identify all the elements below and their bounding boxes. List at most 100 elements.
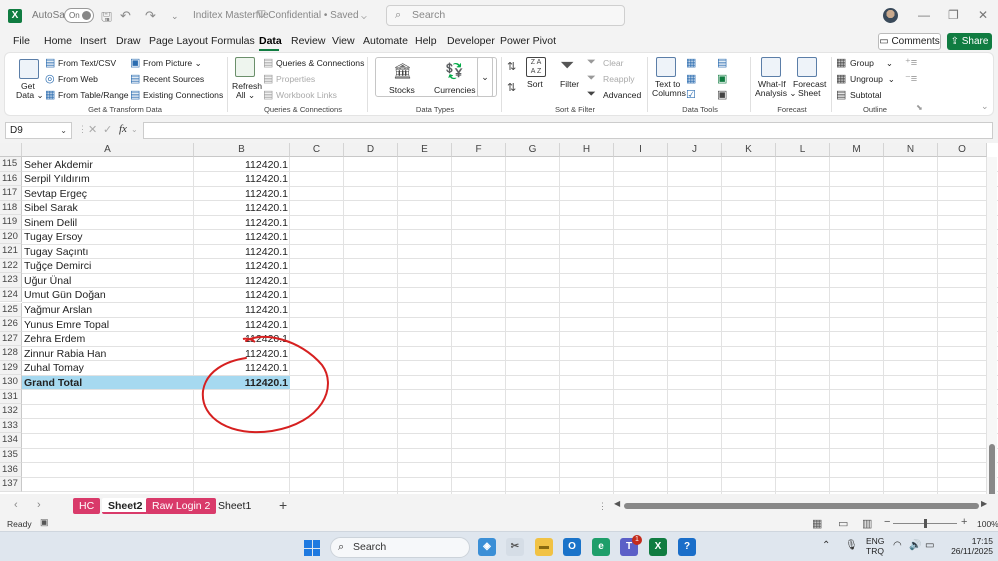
- column-header-f[interactable]: F: [452, 143, 506, 157]
- tab-automate[interactable]: Automate: [363, 35, 408, 47]
- cell-name[interactable]: Serpil Yıldırım: [24, 172, 90, 186]
- taskbar-search[interactable]: ⌕ Search: [330, 537, 470, 558]
- copilot-app-icon[interactable]: ◈: [478, 538, 496, 556]
- cell-name[interactable]: Uğur Ünal: [24, 274, 71, 288]
- group-button[interactable]: Group ⌄: [850, 58, 893, 69]
- page-layout-view-icon[interactable]: ▭: [838, 517, 848, 530]
- row-header[interactable]: 133: [0, 418, 22, 434]
- volume-icon[interactable]: 🔊: [909, 540, 921, 551]
- row-header[interactable]: 136: [0, 462, 22, 478]
- edge-icon[interactable]: e: [592, 538, 610, 556]
- sheet-tab-raw-login-2[interactable]: Raw Login 2: [146, 498, 217, 514]
- zoom-level[interactable]: 100%: [977, 519, 998, 529]
- column-header-j[interactable]: J: [668, 143, 722, 157]
- cell-value[interactable]: 112420.1: [196, 158, 288, 172]
- zoom-slider-knob[interactable]: [924, 519, 927, 528]
- remove-duplicates-icon[interactable]: ▦: [686, 72, 696, 85]
- grand-total-label[interactable]: Grand Total: [24, 376, 82, 390]
- excel-taskbar-icon[interactable]: X: [649, 538, 667, 556]
- redo-icon[interactable]: ↷: [145, 8, 156, 24]
- zoom-in-icon[interactable]: +: [961, 516, 967, 528]
- accessibility-icon[interactable]: ▣: [40, 517, 49, 528]
- tab-draw[interactable]: Draw: [116, 35, 141, 47]
- avatar[interactable]: [883, 8, 898, 23]
- show-detail-icon[interactable]: ⁺≡: [905, 56, 917, 69]
- text-to-columns-label-2[interactable]: Columns: [652, 88, 686, 98]
- customize-qat-icon[interactable]: ⌄: [171, 11, 179, 22]
- scroll-right-icon[interactable]: ▶: [981, 499, 987, 508]
- tab-review[interactable]: Review: [291, 35, 325, 47]
- cell-name[interactable]: Umut Gün Doğan: [24, 288, 106, 302]
- workbook-links-button[interactable]: Workbook Links: [276, 90, 337, 100]
- data-validation-icon[interactable]: ☑: [686, 88, 696, 101]
- cell-name[interactable]: Seher Akdemir: [24, 158, 93, 172]
- sort-button[interactable]: Sort: [527, 79, 543, 89]
- cell-name[interactable]: Sibel Sarak: [24, 201, 78, 215]
- file-explorer-icon[interactable]: ▬: [535, 538, 553, 556]
- tab-help[interactable]: Help: [415, 35, 437, 47]
- column-header-e[interactable]: E: [398, 143, 452, 157]
- outline-dialog-launcher-icon[interactable]: ⬊: [916, 103, 923, 112]
- cell-name[interactable]: Sevtap Ergeç: [24, 187, 87, 201]
- formula-input[interactable]: [143, 122, 993, 139]
- search-input[interactable]: ⌕ Search: [386, 5, 625, 26]
- row-header[interactable]: 135: [0, 448, 22, 463]
- sort-za-icon[interactable]: ⇅: [507, 81, 516, 94]
- tab-home[interactable]: Home: [44, 35, 72, 47]
- column-header-h[interactable]: H: [560, 143, 614, 157]
- vertical-scrollbar[interactable]: [987, 157, 997, 494]
- column-header-a[interactable]: A: [22, 143, 194, 157]
- grand-total-value[interactable]: 112420.1: [196, 376, 288, 390]
- column-header-k[interactable]: K: [722, 143, 776, 157]
- cell-value[interactable]: 112420.1: [196, 318, 288, 332]
- comments-button[interactable]: ▭ Comments: [878, 33, 941, 50]
- next-sheet-icon[interactable]: ›: [37, 499, 41, 511]
- tab-power-pivot[interactable]: Power Pivot: [500, 35, 556, 47]
- share-button[interactable]: ⇪ Share: [947, 33, 992, 50]
- column-header-b[interactable]: B: [194, 143, 290, 157]
- cell-name[interactable]: Yunus Emre Topal: [24, 318, 109, 332]
- add-sheet-icon[interactable]: +: [279, 497, 287, 513]
- row-header[interactable]: 134: [0, 433, 22, 448]
- row-header[interactable]: 137: [0, 477, 22, 492]
- snipping-tool-icon[interactable]: ✂: [506, 538, 524, 556]
- row-header[interactable]: 122: [0, 258, 22, 274]
- cell-name[interactable]: Zehra Erdem: [24, 332, 85, 346]
- cell-value[interactable]: 112420.1: [196, 332, 288, 346]
- cell-name[interactable]: Yağmur Arslan: [24, 303, 92, 317]
- flash-fill-icon[interactable]: ▦: [686, 56, 696, 69]
- filter-button[interactable]: Filter: [560, 79, 579, 89]
- advanced-button[interactable]: Advanced: [603, 90, 641, 100]
- from-picture-button[interactable]: From Picture ⌄: [143, 58, 202, 69]
- sensitivity-label[interactable]: ⛉ Confidential • Saved ⌄: [258, 10, 367, 21]
- reapply-button[interactable]: Reapply: [603, 74, 635, 84]
- worksheet-grid[interactable]: A B C D E F G H I J K L M N O 115 Seher Akdemir 112420.1 1…: [0, 143, 998, 494]
- horizontal-scroll-thumb[interactable]: [624, 503, 979, 509]
- refresh-all-button[interactable]: All ⌄: [236, 90, 255, 101]
- sheet-tab-sheet1[interactable]: Sheet1: [212, 498, 257, 514]
- quick-assist-icon[interactable]: ?: [678, 538, 696, 556]
- tab-split-handle-icon[interactable]: ⋮: [598, 501, 607, 512]
- collapse-ribbon-icon[interactable]: ⌄: [981, 101, 989, 112]
- consolidate-icon[interactable]: ▤: [717, 56, 727, 69]
- row-header[interactable]: 117: [0, 186, 22, 201]
- column-header-l[interactable]: L: [776, 143, 830, 157]
- outlook-icon[interactable]: O: [563, 538, 581, 556]
- wifi-icon[interactable]: ◠: [893, 540, 902, 551]
- tab-data[interactable]: Data: [259, 35, 282, 47]
- tab-insert[interactable]: Insert: [80, 35, 106, 47]
- queries-connections-button[interactable]: Queries & Connections: [276, 58, 364, 68]
- battery-icon[interactable]: ▭: [925, 540, 934, 551]
- show-hidden-icons-icon[interactable]: ⌃: [822, 540, 830, 551]
- restore-icon[interactable]: ❐: [948, 8, 959, 22]
- row-header[interactable]: 115: [0, 157, 22, 172]
- horizontal-scrollbar[interactable]: ◀ ▶: [614, 499, 988, 511]
- close-icon[interactable]: ✕: [978, 8, 988, 22]
- select-all-corner[interactable]: [0, 143, 22, 157]
- cell-value[interactable]: 112420.1: [196, 274, 288, 288]
- enter-icon[interactable]: ✓: [103, 123, 112, 136]
- row-header[interactable]: 124: [0, 287, 22, 303]
- sort-az-icon[interactable]: ⇅: [507, 60, 516, 73]
- system-clock[interactable]: 17:15 26/11/2025: [943, 536, 993, 556]
- cell-name[interactable]: Sinem Delil: [24, 216, 77, 230]
